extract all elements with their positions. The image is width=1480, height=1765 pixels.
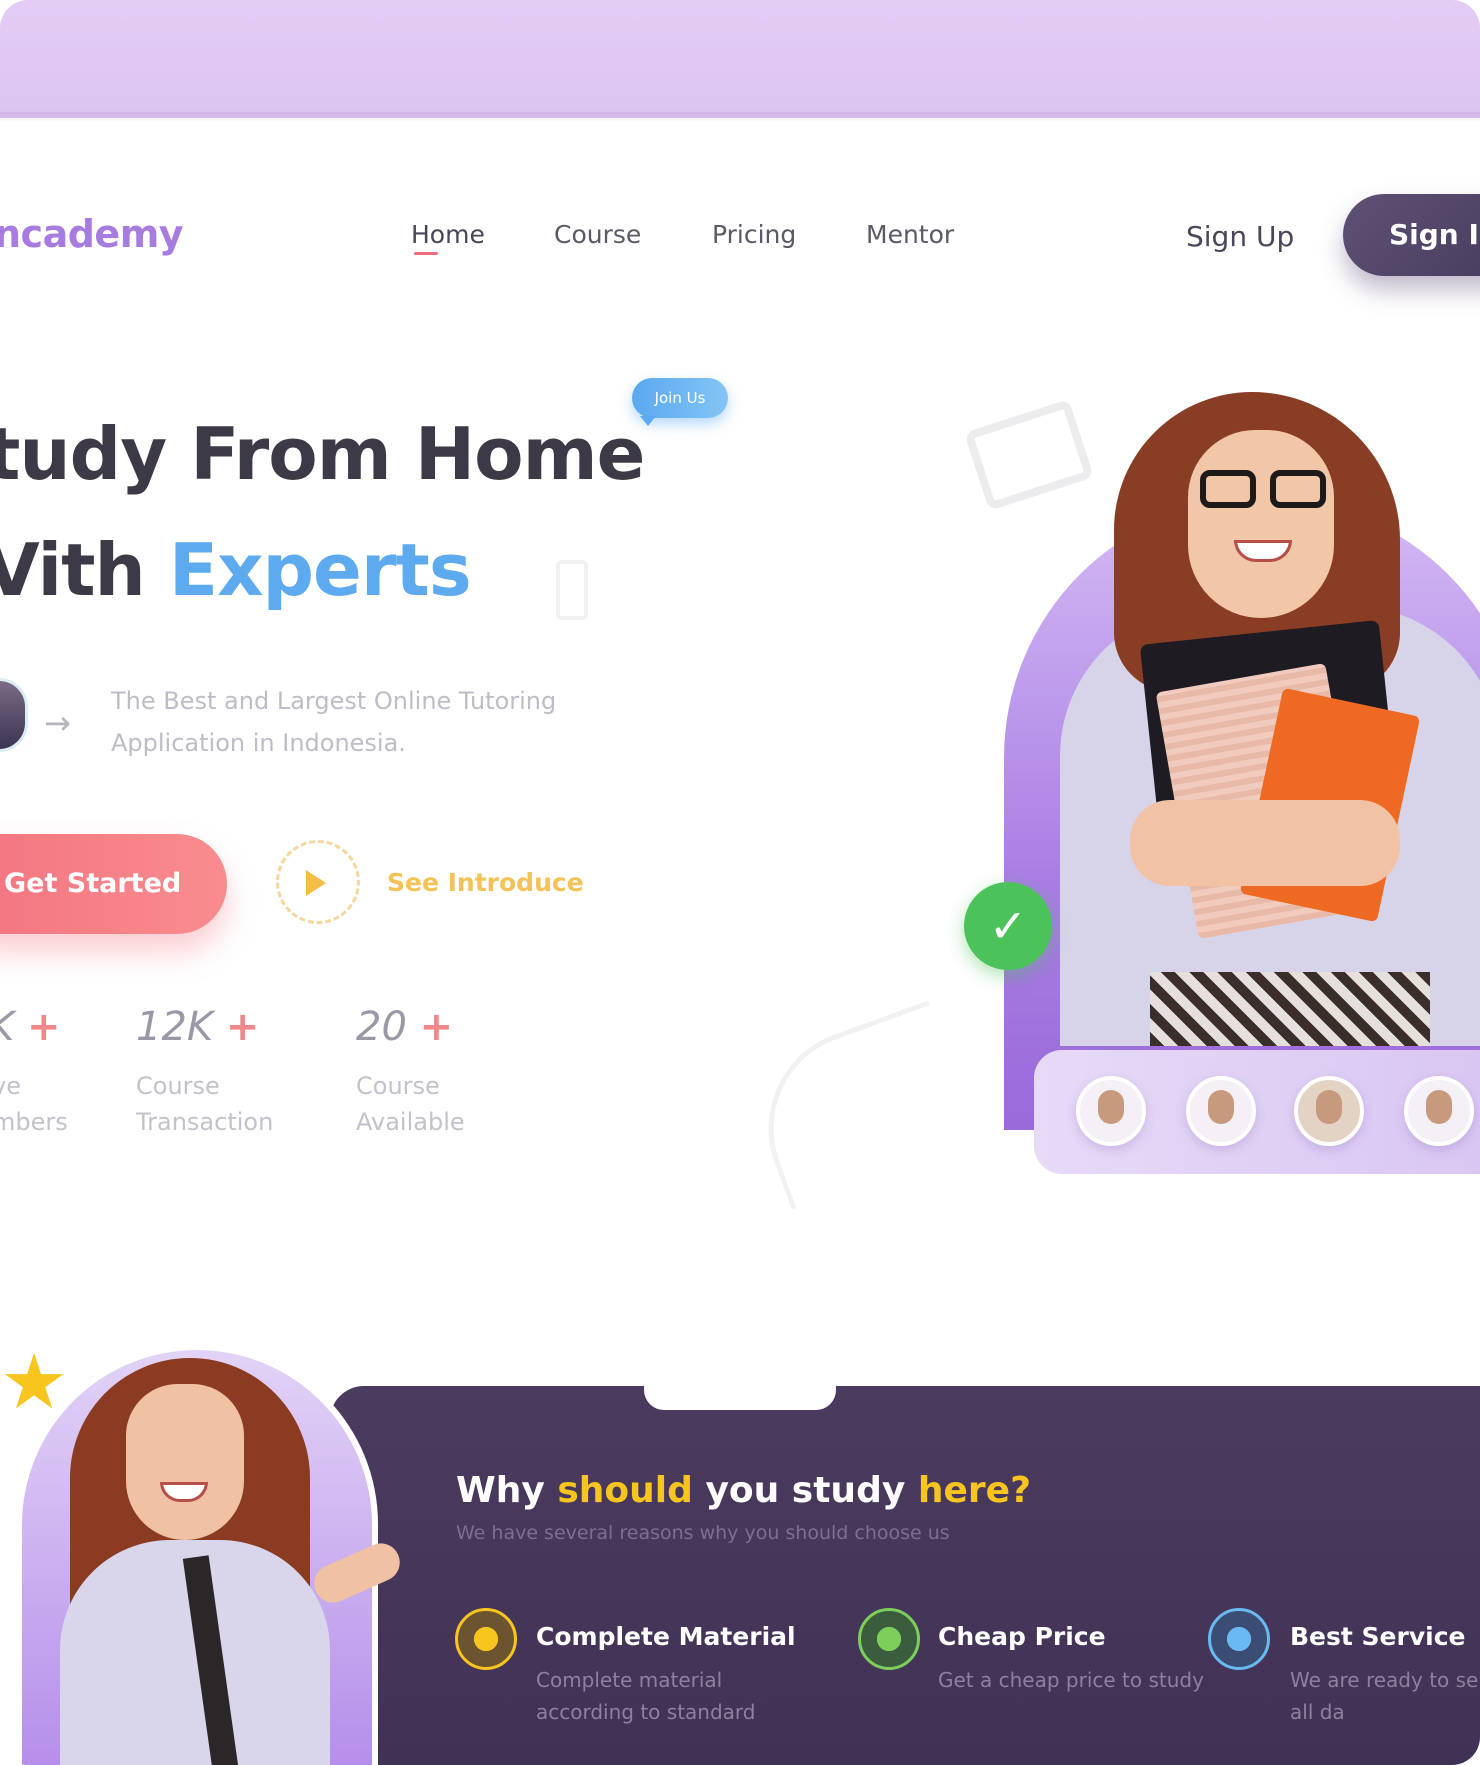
- stat-value-courses: 20 +: [356, 1004, 453, 1050]
- stat-number: K: [0, 1004, 14, 1050]
- hero-tagline: The Best and Largest Online Tutoring App…: [111, 687, 557, 757]
- service-icon: [1208, 1608, 1270, 1670]
- book-icon: [455, 1608, 517, 1670]
- play-icon[interactable]: [306, 870, 326, 896]
- brand-logo[interactable]: ncademy: [0, 212, 184, 256]
- feature-title: Complete Material: [536, 1622, 796, 1651]
- sign-in-button[interactable]: Sign In: [1343, 194, 1480, 276]
- stat-number: 12K: [136, 1004, 214, 1050]
- stat-label-transactions: Course Transaction: [136, 1072, 274, 1136]
- glasses-right: [1270, 470, 1326, 508]
- mentor-avatar[interactable]: [1404, 1076, 1474, 1146]
- see-introduce-link[interactable]: See Introduce: [387, 868, 584, 897]
- stat-number: 20: [356, 1004, 407, 1050]
- top-band-shadow: [0, 112, 1480, 122]
- arrow-right-icon: →: [44, 704, 71, 742]
- why-title-text: you study: [705, 1470, 906, 1511]
- stat-value-transactions: 12K +: [136, 1004, 259, 1050]
- feature-description: Get a cheap price to study: [938, 1668, 1204, 1692]
- mentor-avatar[interactable]: [1076, 1076, 1146, 1146]
- why-panel-notch: [644, 1376, 836, 1410]
- sign-up-link[interactable]: Sign Up: [1186, 220, 1294, 253]
- why-title-accent: should: [557, 1470, 693, 1511]
- check-icon: ✓: [964, 882, 1052, 970]
- hero-title-line1: tudy From Home: [0, 412, 645, 496]
- star-icon: ★: [0, 1337, 69, 1426]
- decorative-pen-icon: [556, 560, 588, 620]
- nav-course-link[interactable]: Course: [554, 220, 641, 249]
- stat-value-members: K +: [0, 1004, 60, 1050]
- hero-student-hands: [1130, 800, 1400, 886]
- hero-title-accent: Experts: [168, 528, 472, 612]
- student-face: [126, 1384, 244, 1540]
- hero-title-line2: Vith Experts: [0, 528, 472, 612]
- nav-mentor-link[interactable]: Mentor: [866, 220, 954, 249]
- stat-plus: +: [225, 1004, 260, 1050]
- why-title-text: Why: [456, 1470, 545, 1511]
- browser-top-band: [0, 0, 1480, 118]
- hero-student-face: [1188, 430, 1334, 618]
- decorative-curve-arrow: [740, 1000, 980, 1210]
- hero-student-skirt: [1150, 972, 1430, 1046]
- feature-title: Cheap Price: [938, 1622, 1106, 1651]
- feature-description: We are ready to serve you all da: [1290, 1668, 1480, 1724]
- price-icon: [858, 1608, 920, 1670]
- decorative-board-icon: [964, 399, 1094, 511]
- mentor-avatar[interactable]: [1186, 1076, 1256, 1146]
- why-title-accent: here?: [917, 1470, 1031, 1511]
- hero-title-prefix: Vith: [0, 528, 146, 612]
- why-subtitle: We have several reasons why you should c…: [456, 1522, 950, 1544]
- why-title: Why should you study here?: [456, 1470, 1031, 1511]
- stat-label-courses: Course Available: [356, 1072, 465, 1136]
- landing-page: ncademy Home Course Pricing Mentor Sign …: [0, 0, 1480, 1765]
- nav-pricing-link[interactable]: Pricing: [712, 220, 796, 249]
- active-nav-indicator: [414, 252, 438, 255]
- avatar: [0, 678, 28, 752]
- stat-label-members: ve mbers: [0, 1072, 68, 1136]
- stat-plus: +: [26, 1004, 61, 1050]
- stat-plus: +: [419, 1004, 454, 1050]
- feature-title: Best Service: [1290, 1622, 1466, 1651]
- mentor-avatar[interactable]: [1294, 1076, 1364, 1146]
- join-us-badge[interactable]: Join Us: [632, 378, 728, 426]
- nav-home-link[interactable]: Home: [411, 220, 485, 249]
- get-started-button[interactable]: Get Started: [0, 834, 227, 934]
- glasses-left: [1200, 470, 1256, 508]
- feature-description: Complete material according to standard: [536, 1668, 756, 1724]
